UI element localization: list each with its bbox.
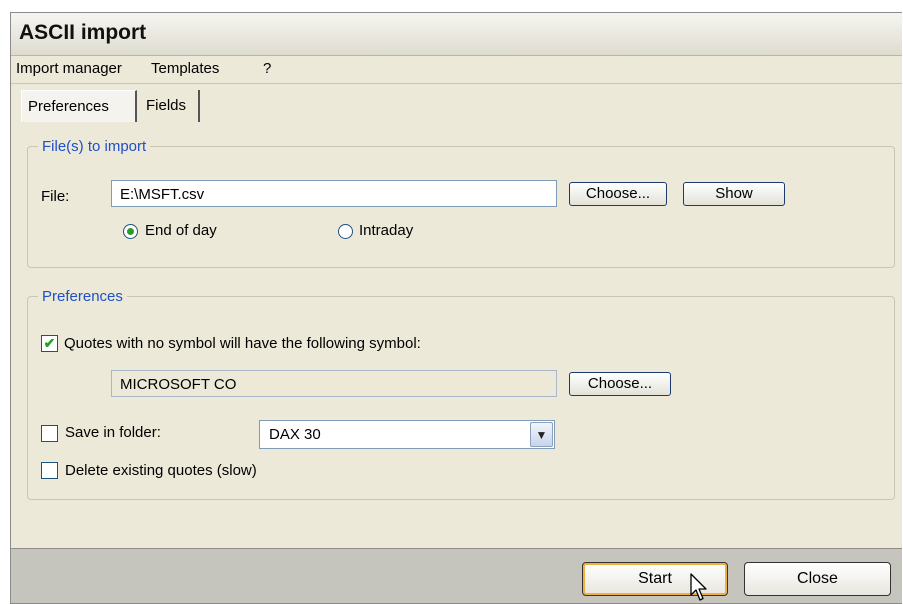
radio-intraday[interactable]: [338, 224, 353, 239]
delete-quotes-checkbox[interactable]: [41, 462, 58, 479]
title-bar[interactable]: ASCII import: [11, 13, 902, 56]
files-group-legend: File(s) to import: [42, 138, 147, 155]
tab-preferences[interactable]: Preferences: [21, 90, 137, 122]
radio-intraday-label: Intraday: [359, 222, 414, 239]
window-title: ASCII import: [19, 21, 147, 44]
checkmark-icon: ✔: [43, 335, 56, 351]
button-bar: Start Close: [11, 548, 902, 603]
symbol-choose-button[interactable]: Choose...: [569, 372, 671, 396]
folder-select[interactable]: DAX 30 ▼: [259, 420, 555, 449]
ascii-import-window: ASCII import Import manager Templates ? …: [10, 12, 902, 604]
menu-import-manager[interactable]: Import manager: [16, 60, 122, 77]
preferences-panel: File(s) to import File: E:\MSFT.csv Choo…: [15, 122, 897, 548]
quotes-symbol-checkbox[interactable]: ✔: [41, 335, 58, 352]
menu-bar: Import manager Templates ?: [11, 56, 902, 84]
tab-preferences-label: Preferences: [28, 98, 109, 115]
symbol-input[interactable]: MICROSOFT CO: [111, 370, 557, 397]
file-path-input[interactable]: E:\MSFT.csv: [111, 180, 557, 207]
menu-help[interactable]: ?: [263, 60, 271, 77]
save-folder-checkbox[interactable]: [41, 425, 58, 442]
preferences-group-legend: Preferences: [42, 288, 123, 305]
file-choose-button[interactable]: Choose...: [569, 182, 667, 206]
save-folder-label: Save in folder:: [65, 424, 161, 441]
file-label: File:: [41, 188, 70, 205]
tab-fields[interactable]: Fields: [140, 90, 200, 122]
quotes-symbol-label: Quotes with no symbol will have the foll…: [64, 335, 421, 352]
close-button[interactable]: Close: [744, 562, 891, 596]
folder-select-value: DAX 30: [269, 426, 321, 443]
mouse-cursor-icon: [690, 573, 707, 601]
menu-templates[interactable]: Templates: [151, 60, 219, 77]
dropdown-arrow-icon[interactable]: ▼: [530, 422, 553, 447]
file-show-button[interactable]: Show: [683, 182, 785, 206]
delete-quotes-label: Delete existing quotes (slow): [65, 462, 257, 479]
tab-fields-label: Fields: [146, 97, 187, 114]
radio-end-of-day[interactable]: [123, 224, 138, 239]
radio-end-of-day-label: End of day: [145, 222, 217, 239]
